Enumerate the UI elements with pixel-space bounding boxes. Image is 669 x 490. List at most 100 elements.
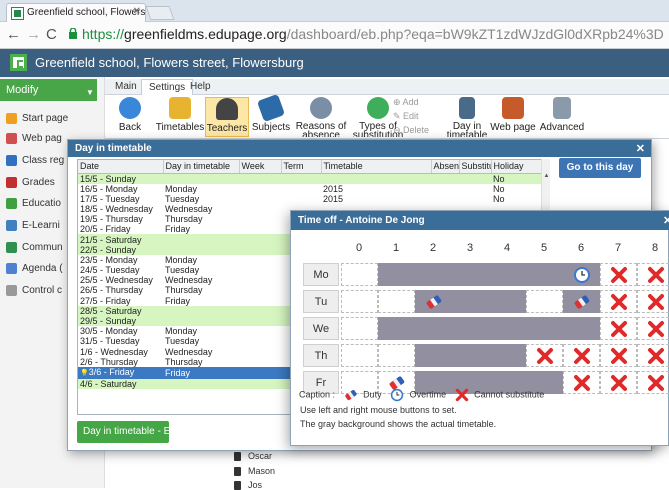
time-off-cell[interactable]: [341, 344, 378, 367]
browser-tab[interactable]: Greenfield school, Flowers ✕: [6, 3, 146, 22]
cell-day: Friday: [165, 295, 191, 306]
tab-help[interactable]: Help: [183, 79, 218, 95]
time-off-cell[interactable]: [637, 290, 669, 313]
advanced-button[interactable]: Advanced: [537, 97, 587, 137]
period-header: 7: [614, 242, 622, 254]
time-off-cell[interactable]: [526, 263, 563, 286]
time-off-cell[interactable]: [637, 371, 669, 394]
forward-arrow-icon[interactable]: →: [26, 26, 41, 43]
delete-button[interactable]: ⊖ Delete: [393, 125, 429, 136]
cell-date: 2/6 - Thursday: [80, 356, 138, 367]
go-to-this-day-button[interactable]: Go to this day: [559, 158, 641, 178]
time-off-cell[interactable]: [563, 371, 600, 394]
table-row[interactable]: 15/5 - Sunday No: [78, 173, 541, 184]
time-off-cell[interactable]: [378, 317, 415, 340]
time-off-cell[interactable]: [637, 263, 669, 286]
time-off-cell[interactable]: [600, 344, 637, 367]
cannot-substitute-icon: [610, 347, 628, 365]
close-tab-icon[interactable]: ✕: [133, 6, 141, 17]
time-off-cell[interactable]: [563, 290, 600, 313]
sidebar-item[interactable]: Start page: [6, 113, 68, 135]
ribbon-tabs: Main Settings Help: [105, 79, 669, 95]
time-off-cell[interactable]: [452, 263, 489, 286]
time-off-cell[interactable]: [637, 344, 669, 367]
table-row[interactable]: 17/5 - Tuesday Tuesday 2015 No: [78, 194, 541, 204]
time-off-cell[interactable]: [415, 290, 452, 313]
edit-button[interactable]: ✎ Edit: [393, 111, 419, 122]
col-header[interactable]: Week: [239, 160, 282, 174]
col-header[interactable]: Holiday: [491, 160, 542, 174]
web-page-button[interactable]: Web page: [490, 97, 536, 137]
timetables-button[interactable]: Timetables: [155, 97, 205, 137]
time-off-cell[interactable]: [341, 290, 378, 313]
period-header: 3: [466, 242, 474, 254]
time-off-cell[interactable]: [415, 344, 452, 367]
time-off-cell[interactable]: [526, 344, 563, 367]
sidebar-item-icon: [6, 242, 17, 253]
sidebar-item[interactable]: Educatio: [6, 198, 61, 220]
table-cell: [239, 234, 281, 245]
back-button[interactable]: Back: [113, 97, 147, 137]
col-header[interactable]: Term: [281, 160, 322, 174]
time-off-cell[interactable]: [526, 290, 563, 313]
sidebar-item[interactable]: Commun: [6, 242, 63, 264]
time-off-cell[interactable]: [600, 317, 637, 340]
sidebar-item[interactable]: E-Learni: [6, 220, 60, 242]
time-off-cell[interactable]: [563, 344, 600, 367]
time-off-cell[interactable]: [489, 290, 526, 313]
table-row[interactable]: 16/5 - Monday Monday 2015 No: [78, 184, 541, 194]
sidebar-item[interactable]: Grades: [6, 177, 55, 199]
time-off-cell[interactable]: [563, 263, 600, 286]
time-off-cell[interactable]: [378, 263, 415, 286]
sidebar-item[interactable]: Control c: [6, 285, 62, 307]
teachers-button[interactable]: Teachers: [205, 97, 249, 137]
back-arrow-icon[interactable]: ←: [6, 26, 21, 43]
table-cell: [239, 336, 281, 346]
col-header[interactable]: Substitu: [459, 160, 492, 174]
time-off-cell[interactable]: [378, 290, 415, 313]
time-off-cell[interactable]: [452, 317, 489, 340]
time-off-cell[interactable]: [415, 263, 452, 286]
sidebar-item[interactable]: Web pag: [6, 133, 62, 155]
time-off-cell[interactable]: [452, 290, 489, 313]
time-off-cell[interactable]: [378, 344, 415, 367]
time-off-cell[interactable]: [526, 317, 563, 340]
time-off-cell[interactable]: [600, 371, 637, 394]
reasons-of-absence-button[interactable]: Reasons of absence: [293, 97, 349, 137]
close-icon[interactable]: ✕: [636, 142, 645, 155]
close-icon[interactable]: ✕: [663, 214, 669, 227]
col-header[interactable]: Timetable: [321, 160, 432, 174]
sidebar-item-icon: [6, 263, 17, 274]
time-off-cell[interactable]: [341, 317, 378, 340]
day-in-timetable-edit-button[interactable]: Day in timetable - Edit: [77, 421, 181, 443]
col-header[interactable]: Absent: [431, 160, 460, 174]
time-off-cell[interactable]: [452, 344, 489, 367]
reload-icon[interactable]: C: [46, 26, 57, 43]
add-button[interactable]: ⊕ Add: [393, 97, 419, 108]
sidebar-item[interactable]: Class reg: [6, 155, 64, 177]
time-off-cell[interactable]: [600, 290, 637, 313]
col-header[interactable]: Date: [78, 160, 164, 174]
time-off-cell[interactable]: [637, 317, 669, 340]
list-item[interactable]: Jos: [234, 480, 262, 490]
col-header[interactable]: Day in timetable: [163, 160, 240, 174]
time-off-cell[interactable]: [341, 263, 378, 286]
day-in-timetable-button[interactable]: Day in timetable: [445, 97, 489, 137]
sidebar-item[interactable]: Agenda (: [6, 263, 63, 285]
time-off-cell[interactable]: [489, 344, 526, 367]
table-cell: [239, 347, 281, 357]
url-field[interactable]: https://greenfieldms.edupage.org/dashboa…: [82, 26, 664, 42]
tab-main[interactable]: Main: [108, 79, 144, 95]
scroll-up-arrow-icon[interactable]: ▲: [542, 173, 551, 179]
list-item[interactable]: Mason: [234, 466, 275, 477]
modify-button[interactable]: Modify ▼: [0, 79, 97, 101]
subjects-button[interactable]: Subjects: [251, 93, 291, 137]
time-off-cell[interactable]: [563, 317, 600, 340]
list-item[interactable]: Oscar: [234, 451, 272, 462]
time-off-cell[interactable]: [600, 263, 637, 286]
time-off-cell[interactable]: [489, 317, 526, 340]
time-off-cell[interactable]: [489, 263, 526, 286]
new-tab-button[interactable]: [145, 6, 175, 20]
time-off-cell[interactable]: [415, 317, 452, 340]
cell-day: [163, 173, 239, 184]
